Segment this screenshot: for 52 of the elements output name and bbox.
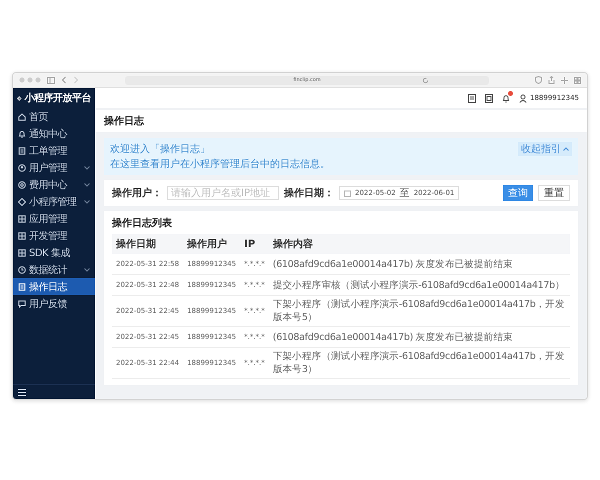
app-logo-text: 小程序开放平台	[24, 91, 91, 105]
diamond-icon	[18, 198, 26, 206]
calendar-icon	[344, 190, 351, 196]
plus-icon[interactable]	[561, 76, 568, 84]
field-label: 操作日期：	[284, 186, 334, 200]
column-header: IP	[240, 234, 269, 254]
page-title: 操作日志	[104, 114, 144, 128]
chevron-up-icon	[563, 147, 569, 151]
coin-icon	[18, 180, 26, 188]
sidebar-item[interactable]: 应用管理	[13, 210, 95, 227]
sidebar-item[interactable]: 小程序管理	[13, 193, 95, 210]
sidebar-item[interactable]: 用户管理	[13, 159, 95, 176]
banner-text: 在这里查看用户在小程序管理后台中的日志信息。	[110, 158, 330, 171]
sidebar-item[interactable]: 通知中心	[13, 125, 95, 142]
sidebar-item[interactable]: 数据统计	[13, 261, 95, 278]
field-label: 操作用户：	[112, 186, 162, 200]
table-cell: (6108afd9cd6a1e00014a417b) 灰度发布已被提前结束	[268, 254, 570, 274]
grid-icon	[18, 248, 26, 256]
sidebar-item[interactable]: 首页	[13, 108, 95, 125]
grid-icon	[18, 232, 26, 240]
table-cell: 下架小程序（测试小程序演示-6108afd9cd6a1e00014a417b，开发版本号5）	[268, 296, 570, 326]
sidebar-item[interactable]: 开发管理	[13, 227, 95, 244]
sidebar-item[interactable]: SDK 集成	[13, 244, 95, 261]
home-icon	[18, 112, 26, 120]
reload-icon[interactable]	[422, 76, 429, 84]
back-icon[interactable]	[61, 76, 67, 84]
clock-icon	[18, 266, 26, 274]
table-title: 操作日志列表	[112, 216, 173, 230]
forward-icon[interactable]	[73, 76, 79, 84]
chat-icon	[18, 300, 26, 308]
user-search-field[interactable]: 请输入用户名或IP地址	[167, 186, 279, 200]
column-header: 操作用户	[183, 234, 240, 254]
sidebar-item[interactable]: 工单管理	[13, 142, 95, 159]
sidebar-item[interactable]: 操作日志	[13, 278, 95, 295]
column-header: 操作日期	[112, 234, 184, 254]
bell-icon	[18, 130, 26, 138]
reset-button[interactable]: 重置	[538, 185, 570, 201]
sidebar-item[interactable]: 用户反馈	[13, 295, 95, 312]
column-header: 操作内容	[268, 234, 570, 254]
shield-icon[interactable]	[535, 76, 542, 84]
sidebar-toggle-icon[interactable]	[47, 76, 55, 84]
table-cell: 下架小程序（测试小程序演示-6108afd9cd6a1e00014a417b，开发版本号3）	[268, 348, 570, 378]
table-cell: (6108afd9cd6a1e00014a417b) 灰度发布已被提前结束	[268, 326, 570, 348]
banner-text: 欢迎进入「操作日志」	[110, 142, 211, 156]
share-icon[interactable]	[548, 76, 555, 84]
window-controls-icon[interactable]	[19, 77, 41, 83]
bell-icon[interactable]	[502, 94, 510, 102]
tabs-icon[interactable]	[574, 76, 581, 84]
sidebar-item[interactable]: 费用中心	[13, 176, 95, 193]
table-cell: 提交小程序审核（测试小程序演示-6108afd9cd6a1e00014a417b）	[268, 274, 570, 296]
grid-icon	[18, 214, 26, 222]
menu-icon[interactable]	[18, 388, 26, 396]
